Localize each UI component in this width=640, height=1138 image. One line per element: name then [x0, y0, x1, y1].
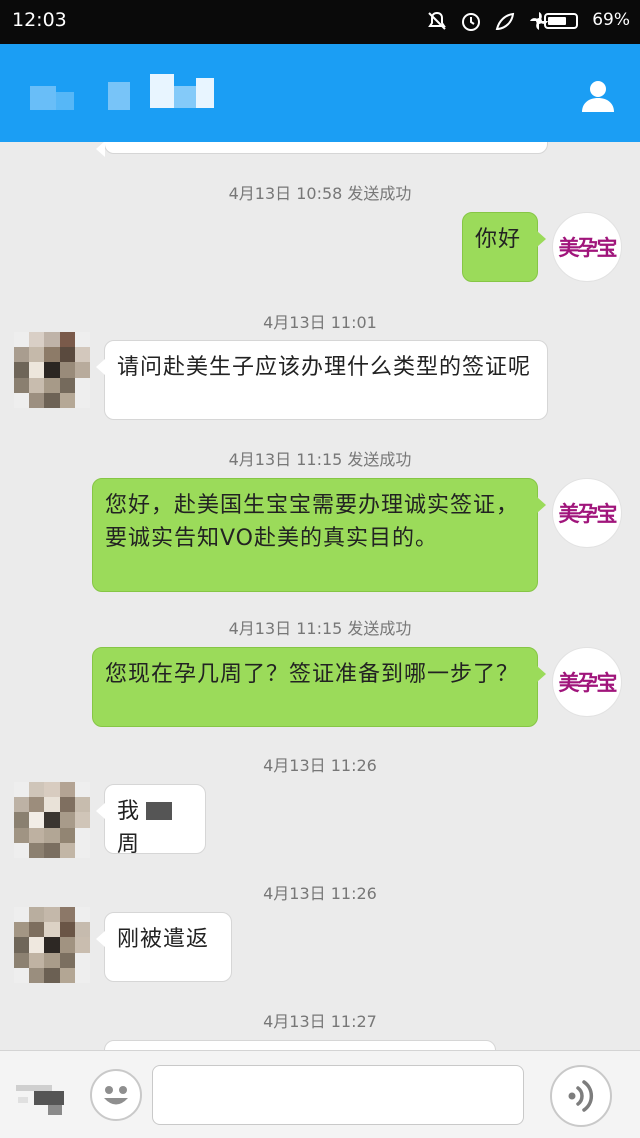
status-icons	[426, 10, 550, 32]
mute-icon	[428, 11, 446, 30]
contact-avatar[interactable]	[14, 907, 90, 983]
message-timestamp: 4月13日 11:26	[263, 884, 377, 903]
message-text: 周	[117, 832, 141, 857]
message-bubble-partial[interactable]	[96, 142, 548, 157]
brand-logo: 美孕宝	[558, 501, 618, 526]
message-list[interactable]: 4月13日 10:58 发送成功 你好 美孕宝 4月13日 11:01 请问赴美…	[0, 142, 640, 1050]
message-text: 我	[117, 799, 141, 824]
emoji-icon	[104, 1086, 128, 1105]
battery-percent: 69%	[592, 10, 630, 30]
message-bubble-incoming[interactable]: 刚被遣返	[96, 912, 232, 982]
input-bar	[0, 1050, 640, 1138]
message-timestamp: 4月13日 11:27	[263, 1012, 377, 1031]
brand-avatar[interactable]: 美孕宝	[552, 478, 622, 548]
brand-logo: 美孕宝	[558, 235, 618, 260]
battery-icon	[544, 13, 578, 29]
person-icon[interactable]	[580, 78, 616, 114]
contact-avatar[interactable]	[14, 782, 90, 858]
brand-avatar[interactable]: 美孕宝	[552, 647, 622, 717]
message-timestamp: 4月13日 11:15 发送成功	[228, 450, 412, 469]
voice-button[interactable]	[550, 1065, 612, 1127]
redacted-text	[146, 802, 173, 820]
message-bubble-partial[interactable]	[104, 1040, 496, 1050]
message-timestamp: 4月13日 11:26	[263, 756, 377, 775]
message-input[interactable]	[152, 1065, 524, 1125]
chat-header	[0, 44, 640, 142]
brand-avatar[interactable]: 美孕宝	[552, 212, 622, 282]
message-bubble-outgoing[interactable]: 您好，赴美国生宝宝需要办理诚实签证，要诚实告知VO赴美的真实目的。	[92, 478, 546, 592]
contact-name-pixelated	[30, 72, 220, 120]
contact-avatar[interactable]	[14, 332, 90, 408]
message-timestamp: 4月13日 11:15 发送成功	[228, 619, 412, 638]
alarm-icon	[462, 13, 480, 31]
message-timestamp: 4月13日 11:01	[263, 313, 377, 332]
brand-logo: 美孕宝	[558, 670, 618, 695]
keyboard-icon[interactable]	[14, 1073, 70, 1117]
message-bubble-incoming[interactable]: 请问赴美生子应该办理什么类型的签证呢	[96, 340, 548, 420]
leaf-icon	[495, 12, 515, 30]
status-time: 12:03	[12, 9, 67, 31]
battery-level-fill	[548, 17, 566, 25]
message-timestamp: 4月13日 10:58 发送成功	[228, 184, 412, 203]
message-bubble-outgoing[interactable]: 你好	[462, 212, 546, 282]
emoji-button[interactable]	[90, 1069, 142, 1121]
message-bubble-outgoing[interactable]: 您现在孕几周了？签证准备到哪一步了？	[92, 647, 546, 727]
voice-icon	[568, 1080, 594, 1112]
message-bubble-incoming[interactable]: 我周	[96, 784, 206, 857]
status-bar: 12:03 69%	[0, 0, 640, 44]
